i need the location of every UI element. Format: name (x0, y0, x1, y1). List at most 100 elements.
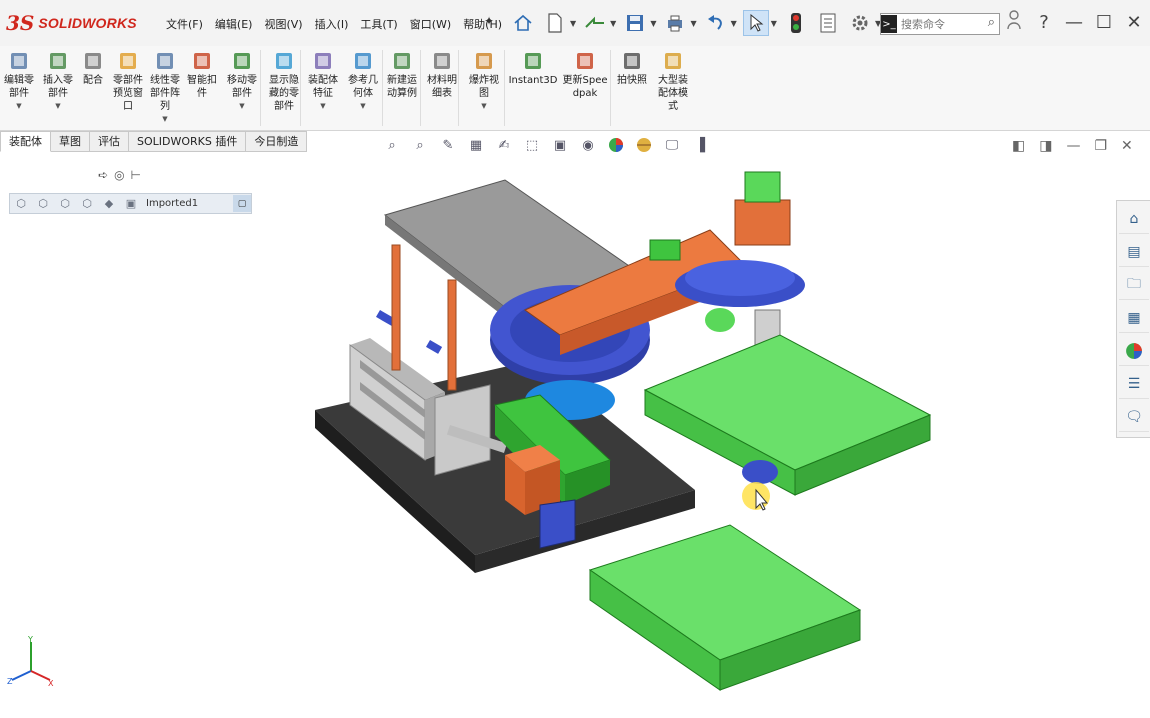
breadcrumb-label[interactable]: Imported1 (146, 198, 198, 209)
ribbon-btn-3[interactable]: 零部件预览窗口 (110, 50, 146, 113)
edit-appearance-icon[interactable] (606, 136, 626, 154)
pin-menu-icon[interactable]: ✦ (484, 14, 494, 28)
breadcrumb-part-icon[interactable]: ⬡ (32, 195, 54, 212)
chevron-down-icon[interactable]: ▼ (320, 100, 325, 113)
target-icon[interactable]: ◎ (114, 168, 124, 182)
menu-edit[interactable]: 编辑(E) (209, 14, 259, 34)
ribbon-btn-14[interactable]: 更新Speedpak (560, 50, 610, 100)
search-icon[interactable]: ⌕ (988, 15, 995, 30)
tab-sketch[interactable]: 草图 (51, 131, 90, 152)
save-button[interactable] (622, 10, 648, 36)
undo-dropdown-icon[interactable]: ▼ (731, 19, 737, 28)
menu-window[interactable]: 窗口(W) (404, 14, 457, 34)
tab-assembly[interactable]: 装配体 (0, 131, 51, 152)
new-dropdown-icon[interactable]: ▼ (570, 19, 576, 28)
chevron-down-icon[interactable]: ▼ (360, 100, 365, 113)
maximize-button[interactable]: ☐ (1094, 12, 1114, 33)
doc-restore-icon[interactable]: ❐ (1094, 138, 1107, 154)
user-account-icon[interactable] (1004, 10, 1024, 35)
ribbon-btn-7[interactable]: 显示隐藏的零部件 (266, 50, 302, 113)
search-commands-field[interactable]: >_ 搜索命令 ⌕ (880, 13, 1000, 35)
tile-right-icon[interactable]: ◨ (1039, 138, 1052, 154)
ribbon-btn-5[interactable]: 智能扣件 (185, 50, 219, 100)
options-button[interactable] (847, 10, 873, 36)
previous-view-icon[interactable]: ✎ (438, 136, 458, 154)
solidworks-resources-icon[interactable]: ⌂ (1119, 205, 1149, 234)
hide-show-items-icon[interactable]: ◉ (578, 136, 598, 154)
tab-addins[interactable]: SOLIDWORKS 插件 (129, 131, 247, 152)
apply-scene-icon[interactable] (634, 136, 654, 154)
conveyor-exploded[interactable] (588, 524, 862, 691)
tile-left-icon[interactable]: ◧ (1012, 138, 1025, 154)
menu-insert[interactable]: 插入(I) (309, 14, 355, 34)
section-view-icon[interactable]: ▦ (466, 136, 486, 154)
menu-tools[interactable]: 工具(T) (354, 14, 403, 34)
print-button[interactable] (662, 10, 688, 36)
rebuild-button[interactable] (783, 10, 809, 36)
tab-evaluate[interactable]: 评估 (90, 131, 129, 152)
view-orientation-icon[interactable]: ⬚ (522, 136, 542, 154)
ribbon-btn-4[interactable]: 线性零部件阵列 ▼ (148, 50, 182, 126)
zoom-to-area-icon[interactable]: ⌕ (410, 136, 430, 154)
home-button[interactable] (510, 10, 536, 36)
chevron-down-icon[interactable]: ▼ (16, 100, 21, 113)
breadcrumb-part-icon[interactable]: ⬡ (76, 195, 98, 212)
ribbon-btn-8[interactable]: 装配体特征 ▼ (306, 50, 340, 113)
ribbon-btn-15[interactable]: 拍快照 (615, 50, 649, 87)
ribbon-btn-1[interactable]: 插入零部件 ▼ (40, 50, 76, 113)
new-document-button[interactable] (542, 10, 568, 36)
ribbon-btn-9[interactable]: 参考几何体 ▼ (345, 50, 381, 113)
breadcrumb-part-icon[interactable]: ⬡ (54, 195, 76, 212)
select-dropdown-icon[interactable]: ▼ (771, 19, 777, 28)
menu-file[interactable]: 文件(F) (160, 14, 209, 34)
zoom-to-fit-icon[interactable]: ⌕ (382, 136, 402, 154)
view-settings-icon[interactable]: 🖵 (662, 136, 682, 154)
ribbon-btn-11[interactable]: 材料明细表 (424, 50, 460, 100)
file-properties-button[interactable] (815, 10, 841, 36)
doc-close-icon[interactable]: ✕ (1121, 138, 1133, 154)
open-button[interactable] (582, 10, 608, 36)
menu-view[interactable]: 视图(V) (258, 14, 308, 34)
chevron-down-icon[interactable]: ▼ (162, 113, 167, 126)
ribbon-btn-13[interactable]: Instant3D (508, 50, 558, 87)
file-explorer-icon[interactable]: 🗀 (1119, 271, 1149, 300)
chevron-down-icon[interactable]: ▼ (481, 100, 486, 113)
open-dropdown-icon[interactable]: ▼ (610, 19, 616, 28)
ribbon-btn-16[interactable]: 大型装配体模式 (654, 50, 692, 113)
tab-3dexperience[interactable]: 今日制造 (246, 131, 308, 152)
forum-icon[interactable]: 🗨 (1119, 403, 1149, 432)
breadcrumb-assembly-icon[interactable]: ▣ (120, 195, 142, 212)
menu-help[interactable]: 帮助(H) (457, 14, 508, 34)
conveyor-installed[interactable] (643, 334, 932, 496)
help-button[interactable]: ? (1034, 12, 1054, 33)
close-button[interactable]: ✕ (1124, 12, 1144, 33)
chevron-down-icon[interactable]: ▼ (239, 100, 244, 113)
appearances-icon[interactable] (1119, 337, 1149, 366)
design-library-icon[interactable]: ▤ (1119, 238, 1149, 267)
graphics-area-model[interactable] (300, 160, 950, 700)
ribbon-btn-6[interactable]: 移动零部件 ▼ (224, 50, 260, 113)
select-button[interactable] (742, 10, 769, 36)
print-dropdown-icon[interactable]: ▼ (690, 19, 696, 28)
expand-arrow-icon[interactable]: ➪ (98, 168, 108, 182)
chevron-down-icon[interactable]: ▼ (55, 100, 60, 113)
view-palette-icon[interactable]: ▦ (1119, 304, 1149, 333)
doc-minimize-icon[interactable]: — (1066, 138, 1080, 154)
dimension-icon[interactable]: ⊢ (131, 168, 141, 182)
ribbon-btn-10[interactable]: 新建运动算例 (384, 50, 420, 100)
display-pane-icon[interactable]: ▐ (690, 136, 710, 154)
save-dropdown-icon[interactable]: ▼ (650, 19, 656, 28)
solidworks-logo[interactable]: 3S SOLIDWORKS (6, 8, 142, 38)
blue-motor[interactable] (539, 499, 576, 549)
dynamic-annotation-icon[interactable]: ✍ (494, 136, 514, 154)
minimize-button[interactable]: — (1064, 12, 1084, 33)
custom-properties-icon[interactable]: ☰ (1119, 370, 1149, 399)
undo-button[interactable] (703, 10, 729, 36)
ribbon-btn-0[interactable]: 编辑零部件 ▼ (2, 50, 36, 113)
ribbon-btn-2[interactable]: 配合 (80, 50, 106, 87)
display-style-icon[interactable]: ▣ (550, 136, 570, 154)
ribbon-btn-12[interactable]: 爆炸视图 ▼ (467, 50, 501, 113)
breadcrumb-end-icon[interactable]: ▢ (233, 195, 251, 212)
breadcrumb-body-icon[interactable]: ◆ (98, 195, 120, 212)
breadcrumb-part-icon[interactable]: ⬡ (10, 195, 32, 212)
